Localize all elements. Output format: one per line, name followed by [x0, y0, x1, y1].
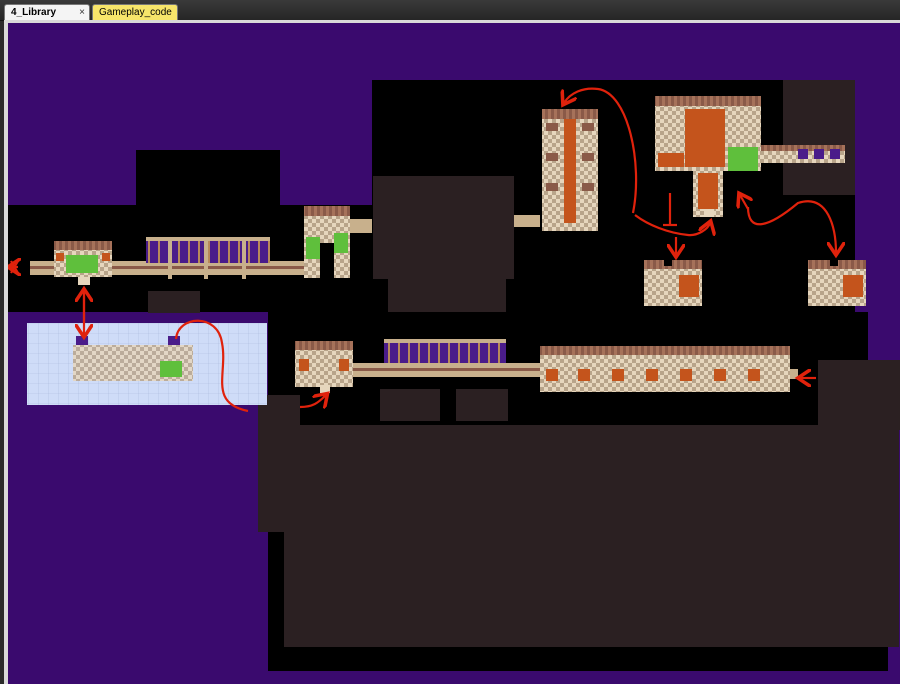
editor-tab-bar: 4_Library × Gameplay_code [0, 0, 900, 21]
tab-gameplay-code[interactable]: Gameplay_code [92, 4, 178, 20]
map-room-small-center [644, 260, 702, 306]
tab-label: Gameplay_code [99, 7, 172, 18]
map-room-lower-west [295, 341, 353, 393]
tab-label: 4_Library [11, 7, 57, 18]
tab-4-library[interactable]: 4_Library × [4, 4, 90, 20]
map-view [8, 23, 900, 684]
close-icon[interactable]: × [79, 5, 85, 21]
map-room-small-east [808, 260, 866, 306]
map-canvas[interactable] [8, 23, 900, 684]
map-room-long-library [540, 346, 798, 392]
